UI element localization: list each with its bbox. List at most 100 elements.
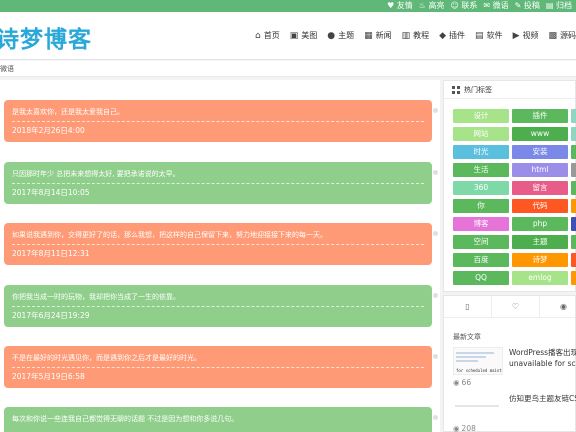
tag-partial[interactable] — [571, 199, 576, 213]
tag-www[interactable]: www — [512, 127, 568, 141]
tag-php[interactable]: php — [512, 217, 568, 231]
post-title[interactable]: 仿知更鸟主题友链CS — [509, 393, 576, 404]
tag-html[interactable]: html — [512, 163, 568, 177]
post-text: 如果说我遇到你，交得更好了的话，那么我想，把这样的自己保留下来，努力地迎接接下来… — [12, 231, 327, 239]
timeline-dot — [433, 293, 438, 298]
view-count-value: 66 — [461, 378, 472, 387]
tag-安装[interactable]: 安装 — [512, 145, 568, 159]
tag-partial[interactable] — [571, 181, 576, 195]
tag-留言[interactable]: 留言 — [512, 181, 568, 195]
top-link-2[interactable]: ☺ 联系 — [451, 0, 478, 12]
tag-设计[interactable]: 设计 — [453, 109, 509, 123]
tag-主题[interactable]: 主题 — [512, 235, 568, 249]
view-count: ◉ 66 — [453, 378, 471, 387]
tag-你[interactable]: 你 — [453, 199, 509, 213]
tag-生活[interactable]: 生活 — [453, 163, 509, 177]
breadcrumb-current: 微语 — [0, 65, 14, 73]
recent-posts-title: 最新文章 — [453, 333, 481, 341]
tag-时光[interactable]: 时光 — [453, 145, 509, 159]
tab-eye[interactable]: ◉ — [540, 296, 576, 317]
top-link-4[interactable]: ✎ 投稿 — [515, 0, 540, 12]
code-icon: ▩ — [548, 30, 557, 41]
tag-诗梦[interactable]: 诗梦 — [512, 253, 568, 267]
tag-代码[interactable]: 代码 — [512, 199, 568, 213]
tag-partial[interactable] — [571, 253, 576, 267]
tag-partial[interactable] — [571, 109, 576, 123]
micro-post-card: 你把我当成一时的玩物，我却把你当成了一生的依靠。 2017年6月24日19:29 — [4, 285, 432, 327]
book-icon: ▥ — [401, 30, 411, 41]
nav-item-7[interactable]: ▶ 视频 — [513, 30, 539, 41]
news-icon: ▦ — [364, 30, 373, 41]
top-link-5[interactable]: ▤ 归档 — [546, 0, 572, 12]
post-divider — [12, 183, 424, 184]
tag-插件[interactable]: 插件 — [512, 109, 568, 123]
post-text: 是我太喜欢你，还是我太爱我自己。 — [12, 108, 124, 116]
top-link-3[interactable]: ✉ 微语 — [483, 0, 508, 12]
tag-partial[interactable] — [571, 145, 576, 159]
nav-item-3[interactable]: ▦ 新闻 — [364, 30, 392, 41]
nav-item-8[interactable]: ▩ 源码 — [548, 30, 576, 41]
tag-partial[interactable] — [571, 271, 576, 285]
app-icon: ▤ — [475, 30, 484, 41]
video-icon: ▶ — [512, 30, 520, 41]
site-logo[interactable]: 诗梦博客 — [0, 20, 92, 54]
hot-tags-widget: 热门标签 设计 插件 网站 www 时光 安装 生活 html 360 留言你代码 博客 php 空间主… — [443, 80, 576, 292]
post-thumbnail[interactable] — [453, 393, 503, 421]
post-date: 2018年2月26日4:00 — [12, 126, 85, 135]
post-divider — [12, 367, 424, 368]
thumb-line — [455, 405, 499, 407]
timeline-dot — [433, 415, 438, 420]
tag-emlog[interactable]: emlog — [512, 271, 568, 285]
eye-icon: ◉ — [453, 378, 460, 387]
nav-label: 首页 — [263, 31, 280, 40]
top-link-0[interactable]: ♥ 友情 — [387, 0, 413, 12]
eye-icon: ◉ — [453, 424, 460, 432]
micro-post-card: 是我太喜欢你，还是我太爱我自己。 2018年2月26日4:00 — [4, 100, 432, 142]
top-link-1[interactable]: ♨ 高亮 — [419, 0, 445, 12]
nav-item-6[interactable]: ▤ 软件 — [475, 30, 503, 41]
tab-document[interactable]: ▯ — [444, 296, 492, 317]
document-icon: ▯ — [465, 302, 470, 311]
thumb-line — [456, 360, 478, 362]
hot-tags-title: 热门标签 — [464, 85, 492, 94]
recent-post[interactable]: 仿知更鸟主题友链CS ◉ 208 — [453, 393, 576, 432]
post-date: 2017年5月19日6:58 — [12, 372, 85, 381]
nav-item-5[interactable]: ◆ 插件 — [439, 30, 465, 41]
nav-label: 软件 — [486, 31, 503, 40]
main-nav: ⌂ 首页 ▣ 美图 ● 主题 ▦ 新闻 ▥ 教程 ◆ 插件 ▤ 软件 ▶ 视频 ▩ 源码 — [255, 30, 576, 41]
post-title-line: WordPress播客出现 — [509, 348, 576, 357]
heart-icon: ♡ — [511, 302, 520, 311]
post-text: 每次和你说一些连我自己都觉得无聊的话题 不过是因为想和你多说几句。 — [12, 415, 239, 423]
micro-post-card: 不是在最好的时光遇见你，而是遇到你之后才是最好的时光。 2017年5月19日6:5… — [4, 346, 432, 388]
tab-heart[interactable]: ♡ — [492, 296, 540, 317]
post-title[interactable]: WordPress播客出现 unavailable for sch — [509, 347, 576, 369]
tag-空间[interactable]: 空间 — [453, 235, 509, 249]
tag-QQ[interactable]: QQ — [453, 271, 509, 285]
timeline-dot — [433, 170, 438, 175]
eye-icon: ◉ — [560, 302, 567, 311]
image-icon: ▣ — [289, 30, 299, 41]
tag-partial[interactable] — [571, 163, 576, 177]
post-divider — [12, 121, 424, 122]
nav-item-2[interactable]: ● 主题 — [327, 30, 354, 41]
tag-百度[interactable]: 百度 — [453, 253, 509, 267]
plug-icon: ◆ — [439, 30, 447, 41]
post-thumbnail[interactable]: for scheduled maint — [453, 347, 503, 375]
tag-360[interactable]: 360 — [453, 181, 509, 195]
tag-partial[interactable] — [571, 127, 576, 141]
recent-post[interactable]: for scheduled maint WordPress播客出现 unavaila… — [453, 347, 576, 391]
hot-tags-header: 热门标签 — [444, 81, 575, 99]
tag-网站[interactable]: 网站 — [453, 127, 509, 141]
nav-item-4[interactable]: ▥ 教程 — [402, 30, 430, 41]
tag-partial[interactable] — [571, 235, 576, 249]
post-date: 2017年8月14日10:05 — [12, 188, 90, 197]
tag-partial[interactable] — [571, 217, 576, 231]
nav-item-1[interactable]: ▣ 美图 — [290, 30, 318, 41]
nav-item-0[interactable]: ⌂ 首页 — [255, 30, 280, 41]
view-count: ◉ 208 — [453, 424, 476, 432]
tag-博客[interactable]: 博客 — [453, 217, 509, 231]
micro-post-card: 只因那时年少 总把未来想得太好, 要把承诺说的太早。 2017年8月14日10:0… — [4, 162, 432, 204]
top-links: ♥ 友情 ♨ 高亮 ☺ 联系 ✉ 微语 ✎ 投稿 ▤ 归档 — [387, 0, 572, 12]
post-text: 不是在最好的时光遇见你，而是遇到你之后才是最好的时光。 — [12, 354, 201, 362]
nav-label: 插件 — [449, 31, 466, 40]
